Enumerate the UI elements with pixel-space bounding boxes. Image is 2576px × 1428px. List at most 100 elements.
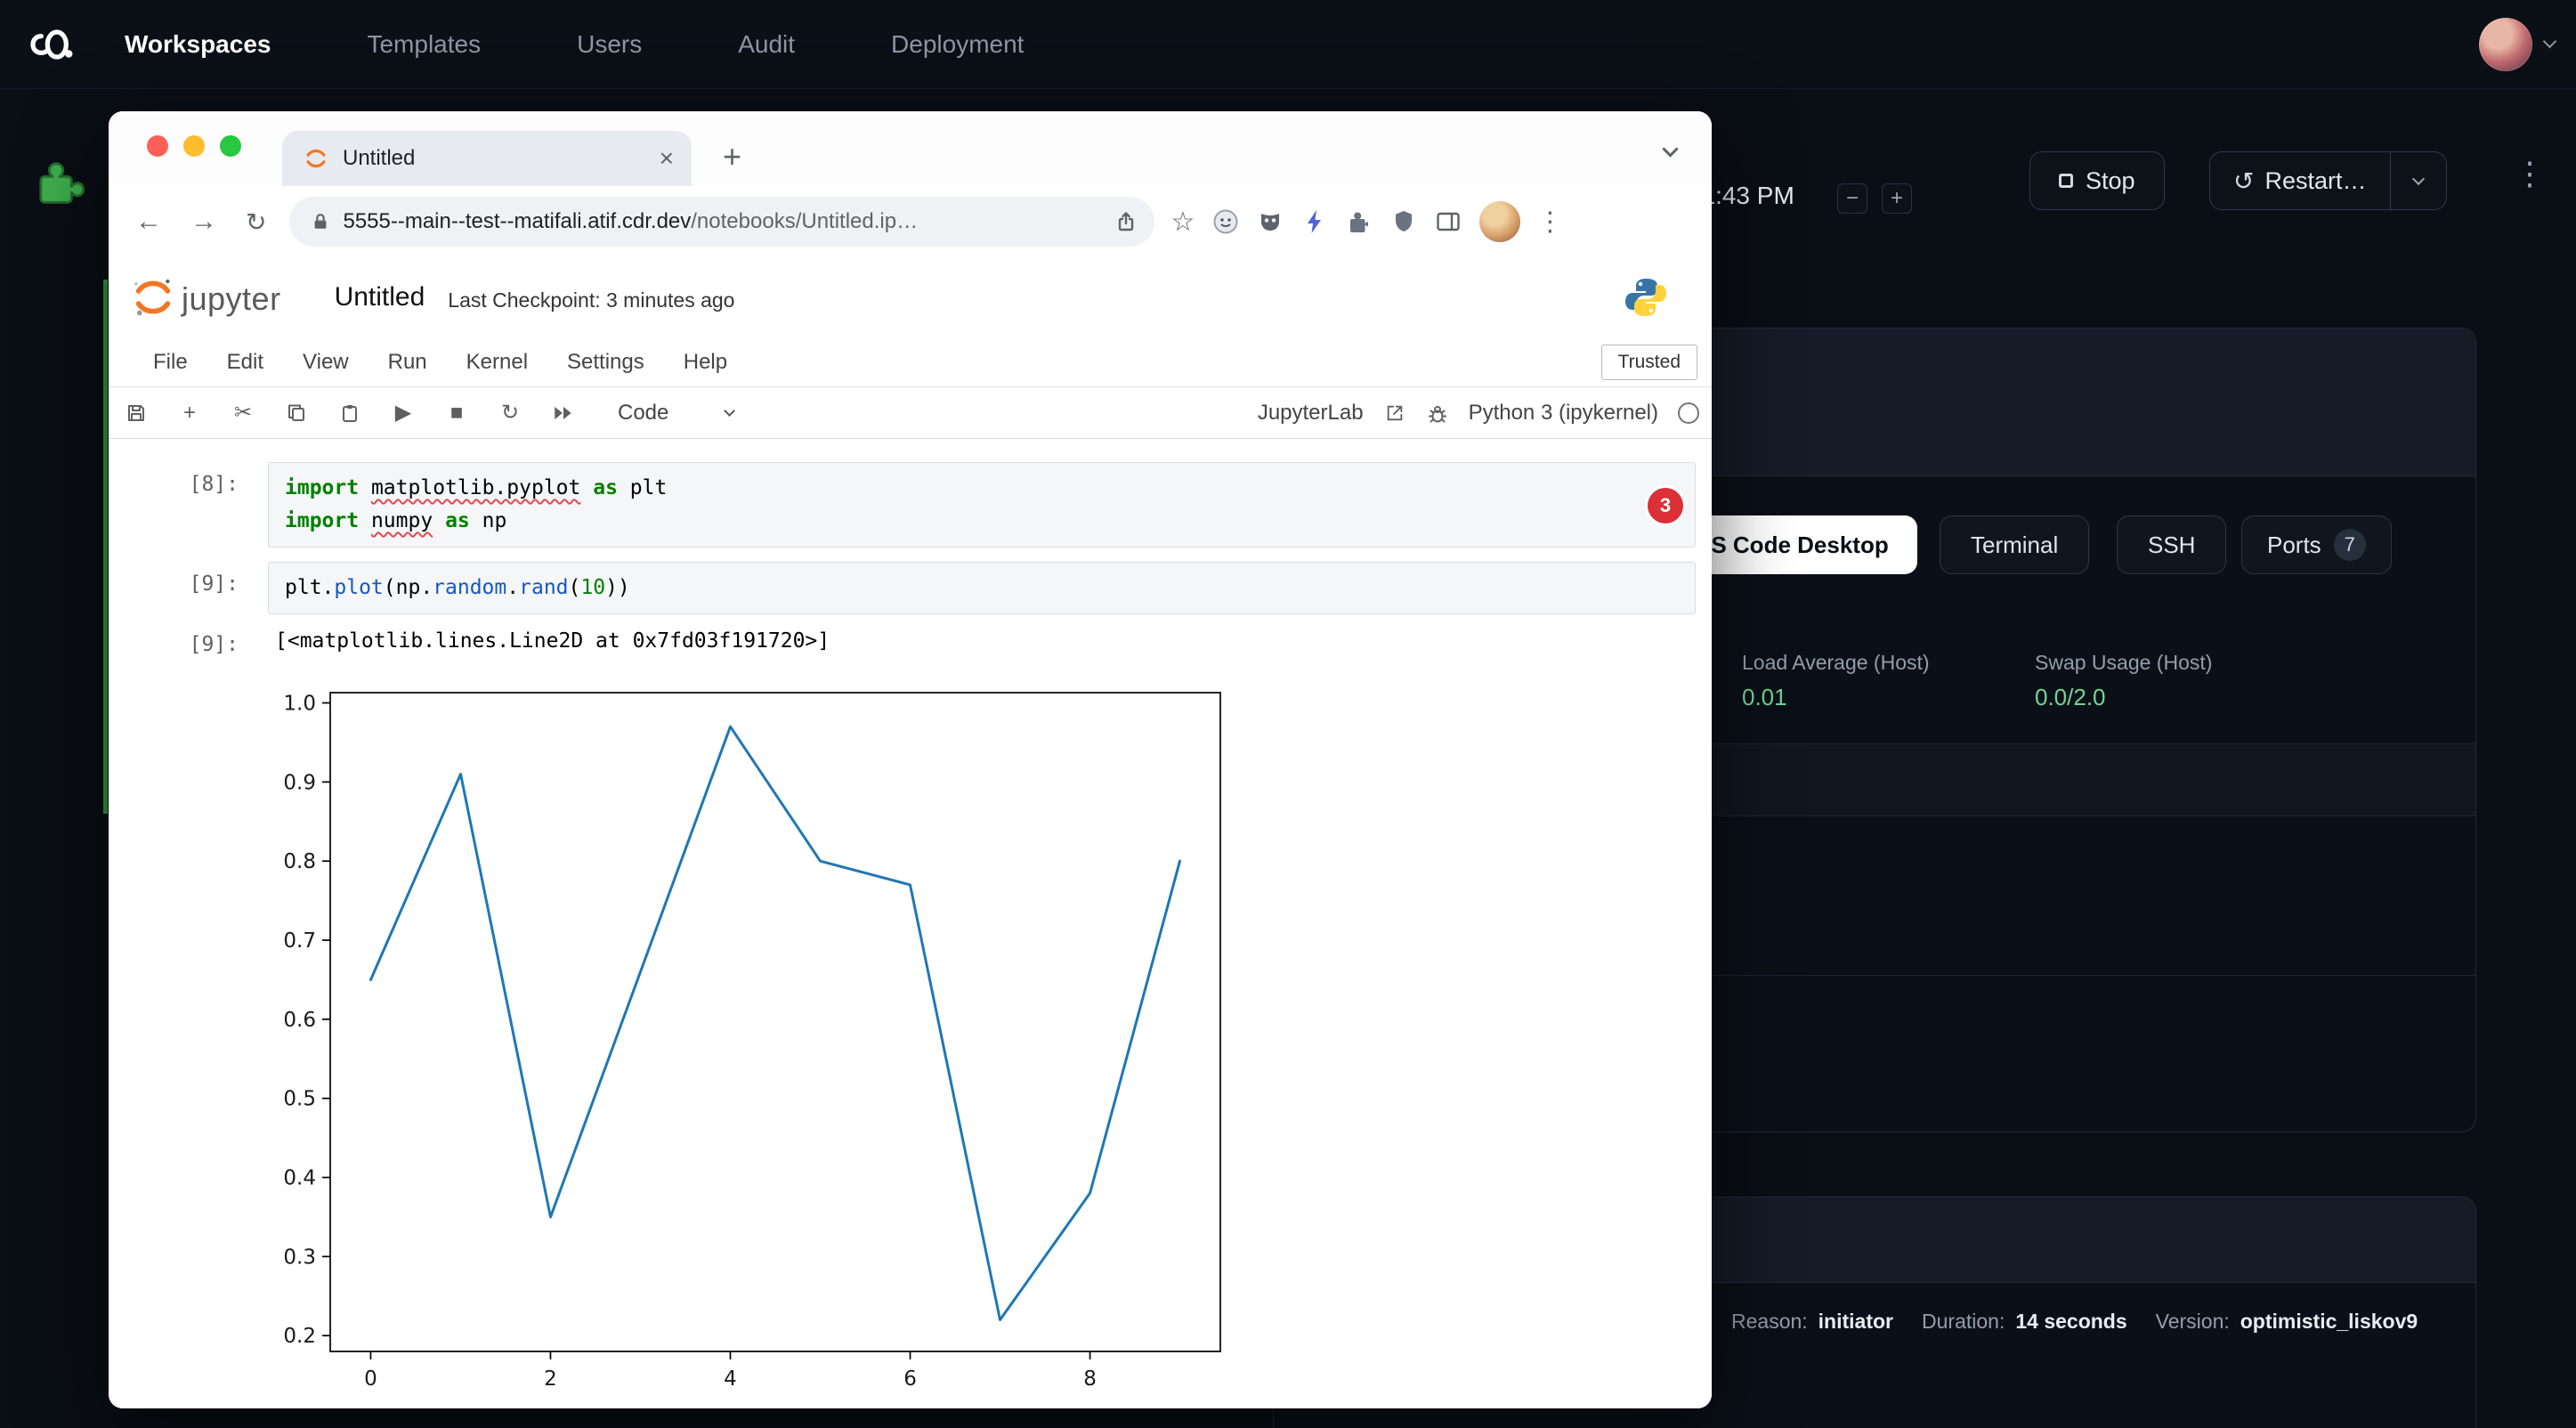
jupyter-logo-icon[interactable]	[132, 276, 174, 319]
browser-menu-kebab-icon[interactable]: ⋮	[1536, 207, 1563, 238]
window-minimize-traffic-light[interactable]	[183, 135, 205, 157]
menu-view[interactable]: View	[303, 350, 349, 375]
interrupt-kernel-icon[interactable]: ■	[445, 402, 468, 425]
menu-run[interactable]: Run	[388, 350, 427, 375]
run-cell-icon[interactable]: ▶	[392, 402, 415, 425]
browser-profile-avatar[interactable]	[1479, 201, 1520, 242]
address-bar[interactable]: 5555--main--test--matifali.atif.cdr.dev/…	[289, 197, 1154, 247]
menu-file[interactable]: File	[153, 350, 188, 375]
open-jupyterlab-link[interactable]: JupyterLab	[1258, 401, 1364, 426]
ports-button[interactable]: Ports 7	[2241, 515, 2392, 574]
restart-kernel-icon[interactable]: ↻	[498, 402, 522, 425]
zoom-in-button[interactable]: +	[1882, 183, 1912, 214]
cell-type-dropdown[interactable]: Code	[618, 401, 733, 426]
input-prompt: [8]:	[109, 473, 239, 496]
restart-run-all-icon[interactable]	[552, 402, 575, 425]
kernel-status-icon	[1678, 402, 1699, 424]
sidebar-toggle-icon[interactable]	[1435, 208, 1462, 235]
browser-window: Untitled × + ← → ↻ 5555--main--test--mat…	[109, 111, 1712, 1408]
tab-title: Untitled	[343, 146, 415, 171]
copy-cell-icon[interactable]	[285, 402, 308, 425]
workspace-menu-kebab-icon[interactable]: ⋮	[2514, 155, 2546, 192]
primary-nav: Workspaces Templates Users Audit Deploym…	[125, 30, 1024, 59]
window-zoom-traffic-light[interactable]	[220, 135, 241, 157]
code-cell-9[interactable]: plt.plot(np.random.rand(10))	[268, 562, 1696, 614]
debugger-bug-icon[interactable]	[1426, 402, 1449, 425]
external-link-icon[interactable]	[1383, 402, 1406, 425]
stop-workspace-button[interactable]: Stop	[2029, 151, 2165, 210]
collaborator-count-badge: 3	[1648, 488, 1683, 523]
notebook-title[interactable]: Untitled	[335, 282, 425, 312]
window-close-traffic-light[interactable]	[147, 135, 168, 157]
save-icon[interactable]	[125, 402, 148, 425]
jupyter-header: jupyter Untitled Last Checkpoint: 3 minu…	[109, 257, 1712, 337]
svg-text:0.8: 0.8	[283, 850, 316, 873]
bookmark-star-icon[interactable]: ☆	[1171, 207, 1195, 238]
trusted-button[interactable]: Trusted	[1601, 345, 1697, 380]
chevron-down-icon	[725, 405, 736, 417]
nav-item-templates[interactable]: Templates	[367, 30, 481, 59]
cut-cell-icon[interactable]: ✂	[231, 402, 255, 425]
svg-text:4: 4	[724, 1367, 737, 1391]
jupyter-menubar: File Edit View Run Kernel Settings Help …	[109, 337, 1712, 387]
svg-text:1.0: 1.0	[283, 693, 316, 716]
chevron-down-icon[interactable]	[2543, 35, 2557, 49]
clipped-cell-sliver: import matplotlib.pyplot as plt	[268, 439, 1069, 449]
menu-help[interactable]: Help	[684, 350, 727, 375]
puzzle-extensions-icon[interactable]	[1346, 208, 1373, 235]
back-icon[interactable]: ←	[135, 207, 162, 237]
menu-edit[interactable]: Edit	[227, 350, 263, 375]
forward-icon[interactable]: →	[190, 207, 217, 237]
stop-square-icon	[2059, 174, 2073, 188]
nav-item-workspaces[interactable]: Workspaces	[125, 30, 271, 59]
share-icon[interactable]	[1115, 211, 1137, 232]
url-text: 5555--main--test--matifali.atif.cdr.dev/…	[343, 209, 918, 234]
coder-logo-icon[interactable]	[27, 20, 77, 69]
browser-tab[interactable]: Untitled ×	[282, 131, 692, 186]
lock-icon[interactable]	[311, 212, 330, 231]
kernel-name[interactable]: Python 3 (ipykernel)	[1469, 401, 1658, 426]
top-navbar: Workspaces Templates Users Audit Deploym…	[0, 0, 2576, 89]
paste-cell-icon[interactable]	[338, 402, 361, 425]
mask-extension-icon[interactable]	[1257, 208, 1284, 235]
notebook-scroll-area[interactable]: import matplotlib.pyplot as plt [8]: imp…	[109, 439, 1712, 1408]
svg-text:8: 8	[1083, 1367, 1097, 1391]
jupyter-favicon-icon	[304, 146, 328, 171]
green-puzzle-icon[interactable]	[34, 157, 85, 208]
tab-search-chevron-icon[interactable]	[1662, 141, 1678, 157]
jupyter-notebook-page: jupyter Untitled Last Checkpoint: 3 minu…	[109, 257, 1712, 1408]
menu-settings[interactable]: Settings	[567, 350, 644, 375]
lightning-bolt-extension-icon[interactable]	[1301, 208, 1328, 235]
nav-item-users[interactable]: Users	[577, 30, 642, 59]
ssh-button[interactable]: SSH	[2117, 515, 2226, 574]
svg-text:0.2: 0.2	[283, 1325, 316, 1348]
svg-text:0.7: 0.7	[283, 929, 316, 953]
reload-icon[interactable]: ↻	[246, 207, 266, 237]
code-cell-8[interactable]: import matplotlib.pyplot as plt import n…	[268, 462, 1696, 548]
restart-icon: ↺	[2233, 166, 2254, 196]
jupyter-wordmark: jupyter	[182, 277, 281, 318]
shield-extension-icon[interactable]	[1390, 208, 1417, 235]
load-average-stat: Load Average (Host) 0.01	[1742, 651, 1930, 711]
svg-text:0.4: 0.4	[283, 1167, 316, 1190]
svg-text:2: 2	[544, 1367, 557, 1391]
menu-kernel[interactable]: Kernel	[466, 350, 528, 375]
user-avatar[interactable]	[2479, 18, 2532, 71]
browser-toolbar: ← → ↻ 5555--main--test--matifali.atif.cd…	[109, 186, 1712, 257]
add-cell-icon[interactable]: +	[178, 402, 201, 425]
nav-item-audit[interactable]: Audit	[738, 30, 795, 59]
restart-workspace-button[interactable]: ↺ Restart…	[2209, 151, 2447, 210]
screen: Workspaces Templates Users Audit Deploym…	[0, 0, 2576, 1428]
chevron-down-icon	[2411, 172, 2424, 184]
zoom-out-button[interactable]: −	[1837, 183, 1867, 214]
new-tab-button[interactable]: +	[723, 138, 741, 175]
nav-user-area	[2479, 18, 2555, 71]
swap-usage-stat: Swap Usage (Host) 0.0/2.0	[2035, 651, 2212, 711]
svg-text:0.9: 0.9	[283, 771, 316, 794]
terminal-button[interactable]: Terminal	[1940, 515, 2089, 574]
tab-close-icon[interactable]: ×	[660, 144, 674, 173]
jupyter-toolbar-right: JupyterLab Python 3 (ipykernel)	[1258, 401, 1699, 426]
password-manager-extension-icon[interactable]	[1212, 208, 1239, 235]
nav-item-deployment[interactable]: Deployment	[891, 30, 1024, 59]
restart-dropdown-button[interactable]	[2391, 152, 2446, 209]
